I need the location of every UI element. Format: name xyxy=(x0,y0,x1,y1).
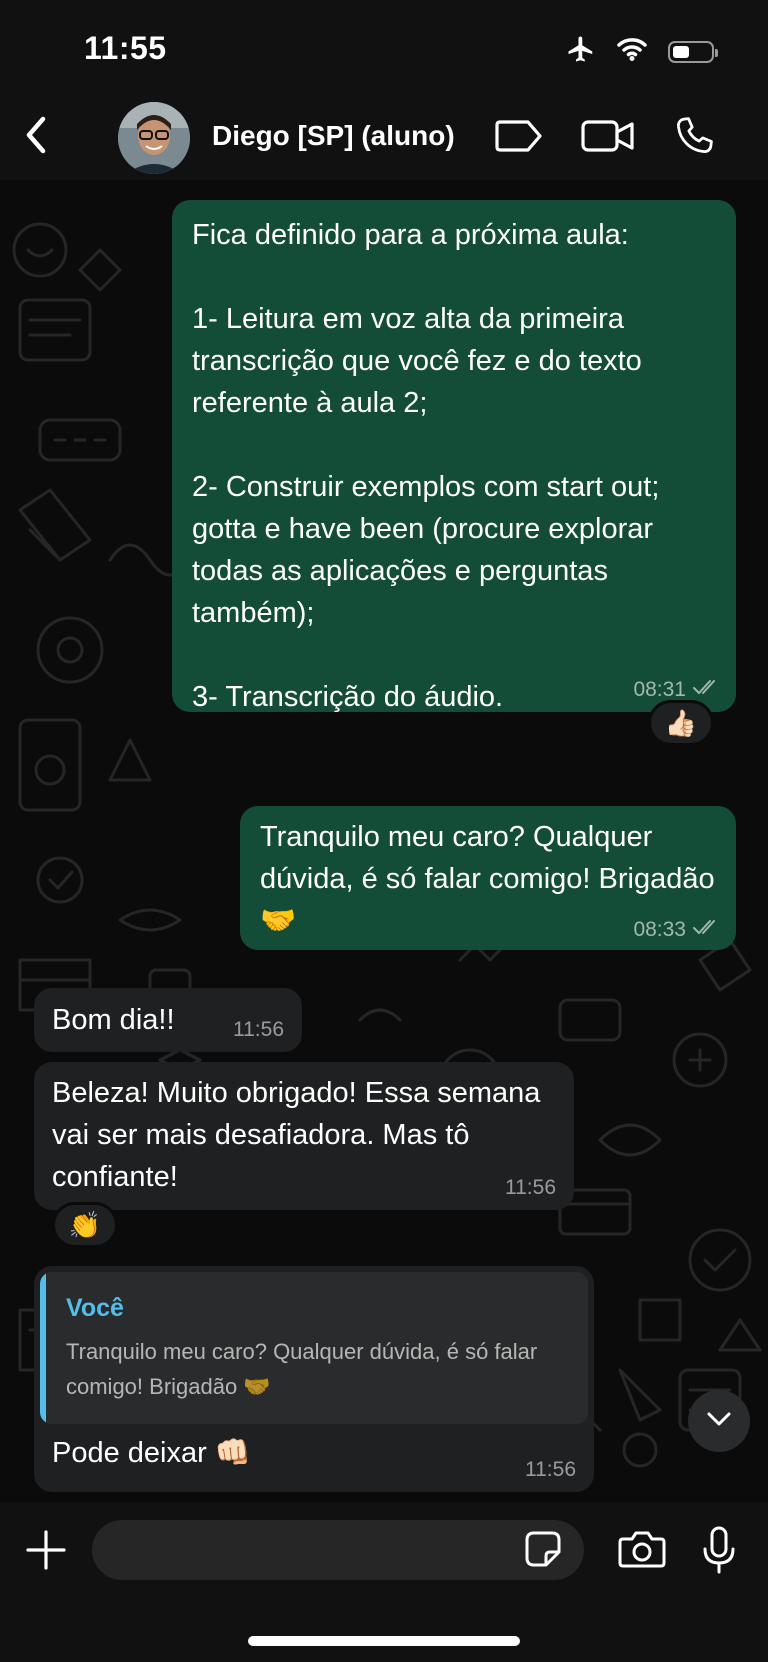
message-time: 08:33 xyxy=(633,918,686,941)
microphone-button[interactable] xyxy=(694,1522,744,1582)
message-text: Beleza! Muito obrigado! Essa semana vai … xyxy=(52,1077,549,1193)
chat-header: Diego [SP] (aluno) xyxy=(0,96,768,180)
message-meta: 11:56 xyxy=(525,1458,576,1482)
message-bubble-outgoing[interactable]: Fica definido para a próxima aula: 1- Le… xyxy=(172,200,736,713)
scroll-down-button[interactable] xyxy=(688,1390,750,1452)
chevron-down-icon xyxy=(706,1411,732,1432)
phone-icon xyxy=(672,114,716,163)
quoted-text: Tranquilo meu caro? Qualquer dúvida, é s… xyxy=(66,1339,538,1399)
message-time: 11:56 xyxy=(505,1176,556,1199)
message-meta: 08:31 xyxy=(633,678,722,702)
video-camera-icon xyxy=(580,118,636,159)
voice-call-button[interactable] xyxy=(670,116,718,160)
avatar[interactable] xyxy=(118,102,190,174)
battery-icon xyxy=(668,40,718,63)
status-bar: 11:55 xyxy=(0,0,768,96)
message-reaction[interactable]: 👏 xyxy=(52,1202,118,1248)
wifi-icon xyxy=(616,36,648,67)
message-bubble-incoming[interactable]: Beleza! Muito obrigado! Essa semana vai … xyxy=(34,1062,574,1210)
sticker-button[interactable] xyxy=(522,1530,564,1572)
back-button[interactable] xyxy=(14,112,58,162)
message-time: 11:56 xyxy=(233,1018,284,1041)
home-indicator[interactable] xyxy=(248,1636,520,1646)
sticker-icon xyxy=(524,1530,562,1573)
double-check-icon xyxy=(692,918,722,942)
message-time: 08:31 xyxy=(633,678,686,701)
message-reaction[interactable]: 👍🏻 xyxy=(648,700,714,746)
microphone-icon xyxy=(701,1525,737,1580)
quoted-author: Você xyxy=(66,1294,124,1322)
chat-area[interactable]: Fica definido para a próxima aula: 1- Le… xyxy=(0,180,768,1502)
airplane-icon xyxy=(566,34,596,69)
status-icons xyxy=(566,34,718,69)
quote-accent-bar xyxy=(40,1272,46,1424)
label-button[interactable] xyxy=(494,116,544,160)
quoted-message[interactable]: Você Tranquilo meu caro? Qualquer dúvida… xyxy=(40,1272,588,1424)
status-time: 11:55 xyxy=(84,30,167,66)
message-time: 11:56 xyxy=(525,1458,576,1481)
message-bubble-incoming[interactable]: Bom dia!! 11:56 xyxy=(34,988,302,1052)
input-bar xyxy=(0,1502,768,1662)
chevron-left-icon xyxy=(23,115,49,160)
message-bubble-outgoing[interactable]: Tranquilo meu caro? Qualquer dúvida, é s… xyxy=(240,806,736,950)
message-bubble-incoming-reply[interactable]: Você Tranquilo meu caro? Qualquer dúvida… xyxy=(34,1266,594,1492)
contact-name[interactable]: Diego [SP] (aluno) xyxy=(212,120,455,152)
video-call-button[interactable] xyxy=(580,116,636,160)
message-text: Pode deixar 👊🏻 xyxy=(52,1437,251,1469)
camera-icon xyxy=(617,1529,667,1574)
camera-button[interactable] xyxy=(612,1526,672,1576)
message-text: Fica definido para a próxima aula: 1- Le… xyxy=(192,219,660,713)
message-meta: 11:56 xyxy=(233,1018,284,1042)
label-tag-icon xyxy=(494,118,544,159)
attach-button[interactable] xyxy=(24,1526,68,1578)
message-meta: 11:56 xyxy=(505,1176,556,1200)
message-input[interactable] xyxy=(92,1520,584,1580)
plus-icon xyxy=(26,1529,66,1575)
double-check-icon xyxy=(692,678,722,702)
message-meta: 08:33 xyxy=(633,918,722,942)
